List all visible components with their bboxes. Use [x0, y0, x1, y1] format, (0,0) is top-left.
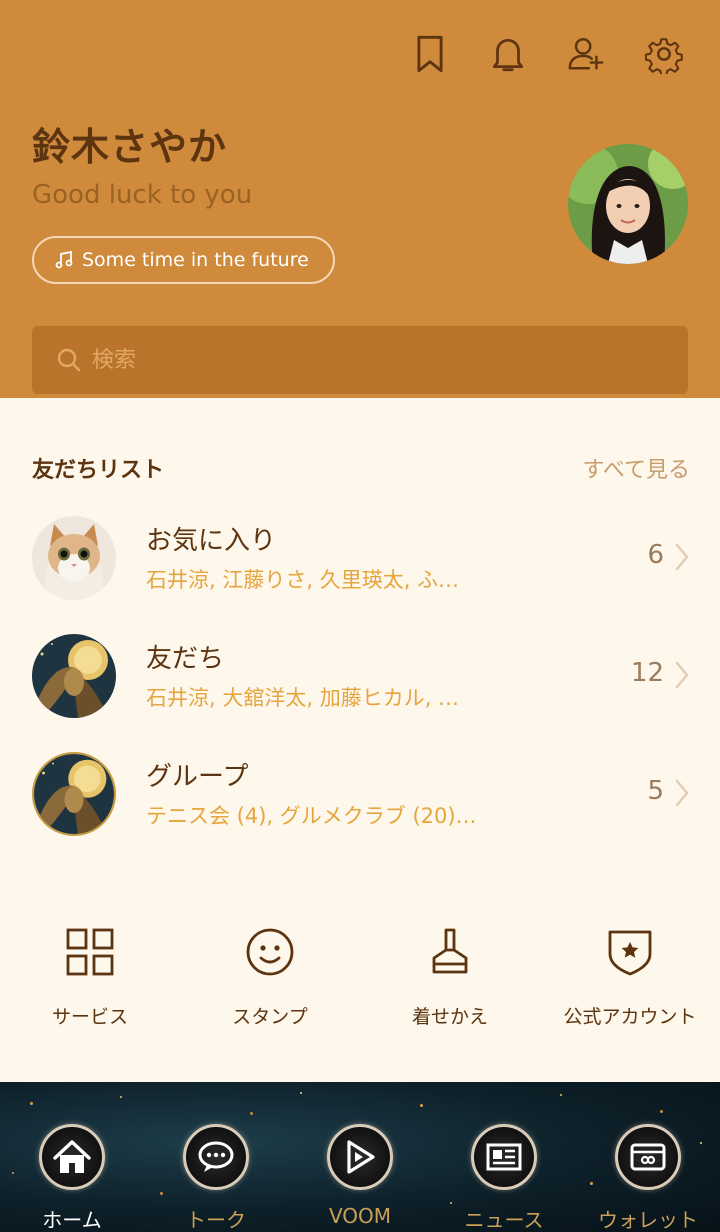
list-item-groups[interactable]: グループ テニス会 (4), グルメクラブ (20)… 5: [32, 752, 692, 838]
bottom-navigation: ホーム トーク VOOM ニュース ウォレット: [0, 1082, 720, 1232]
chevron-right-icon: [675, 779, 689, 807]
service-stickers[interactable]: スタンプ: [180, 924, 360, 1029]
header-toolbar: [410, 32, 684, 76]
news-icon: [486, 1143, 522, 1171]
list-item-favorites[interactable]: お気に入り 石井涼, 江藤りさ, 久里瑛太, ふ… 6: [32, 516, 692, 602]
nav-label: ニュース: [464, 1208, 544, 1232]
service-label: 公式アカウント: [563, 1006, 697, 1028]
music-note-icon: [55, 250, 73, 269]
chevron-right-icon: [675, 543, 689, 571]
service-themes[interactable]: 着せかえ: [360, 924, 540, 1029]
settings-icon[interactable]: [644, 32, 684, 76]
profile-avatar[interactable]: [568, 144, 688, 264]
favorites-label: お気に入り: [146, 526, 277, 556]
favorites-avatar: [32, 516, 116, 600]
bell-icon[interactable]: [488, 32, 528, 76]
profile-music-button[interactable]: Some time in the future: [32, 236, 335, 284]
service-services[interactable]: サービス: [0, 924, 180, 1029]
groups-members: テニス会 (4), グルメクラブ (20)…: [146, 804, 477, 828]
groups-count: 5: [647, 776, 664, 806]
see-all-link[interactable]: すべて見る: [582, 452, 690, 484]
chevron-right-icon: [675, 661, 689, 689]
home-icon: [53, 1140, 91, 1173]
friends-members: 石井涼, 大舘洋太, 加藤ヒカル, …: [146, 686, 460, 710]
list-item-friends[interactable]: 友だち 石井涼, 大舘洋太, 加藤ヒカル, … 12: [32, 634, 692, 720]
nav-label: ホーム: [42, 1208, 102, 1232]
profile-header: 鈴木さやか Good luck to you Some time in the …: [0, 0, 720, 398]
search-icon: [57, 348, 81, 372]
shield-star-icon: [608, 930, 652, 976]
profile-name[interactable]: 鈴木さやか: [32, 116, 227, 171]
chat-icon: [198, 1141, 234, 1172]
wallet-icon: [630, 1143, 666, 1171]
smiley-icon: [246, 928, 294, 976]
nav-label: VOOM: [328, 1204, 392, 1228]
grid-icon: [66, 928, 114, 976]
add-friend-icon[interactable]: [566, 32, 606, 76]
profile-status-message[interactable]: Good luck to you: [32, 180, 252, 210]
bookmark-icon[interactable]: [410, 32, 450, 76]
nav-news[interactable]: ニュース: [432, 1124, 576, 1232]
friends-label: 友だち: [146, 644, 225, 674]
service-label: サービス: [51, 1006, 128, 1028]
search-input[interactable]: [92, 347, 652, 373]
brush-icon: [432, 928, 468, 974]
friends-count: 12: [630, 658, 664, 688]
nav-home[interactable]: ホーム: [0, 1124, 144, 1232]
nav-voom[interactable]: VOOM: [288, 1124, 432, 1228]
groups-label: グループ: [146, 762, 249, 792]
search-bar[interactable]: [32, 326, 688, 394]
friend-list-title: 友だちリスト: [32, 458, 165, 483]
service-label: スタンプ: [232, 1006, 308, 1028]
service-official-accounts[interactable]: 公式アカウント: [540, 924, 720, 1029]
service-label: 着せかえ: [411, 1006, 488, 1028]
nav-chats[interactable]: トーク: [144, 1124, 288, 1232]
nav-label: ウォレット: [598, 1208, 698, 1232]
favorites-members: 石井涼, 江藤りさ, 久里瑛太, ふ…: [146, 568, 460, 592]
favorites-count: 6: [647, 540, 664, 570]
groups-avatar: [32, 752, 116, 836]
friends-avatar: [32, 634, 116, 718]
music-title: Some time in the future: [82, 249, 309, 271]
play-icon: [347, 1140, 375, 1174]
nav-label: トーク: [186, 1208, 246, 1232]
nav-wallet[interactable]: ウォレット: [576, 1124, 720, 1232]
